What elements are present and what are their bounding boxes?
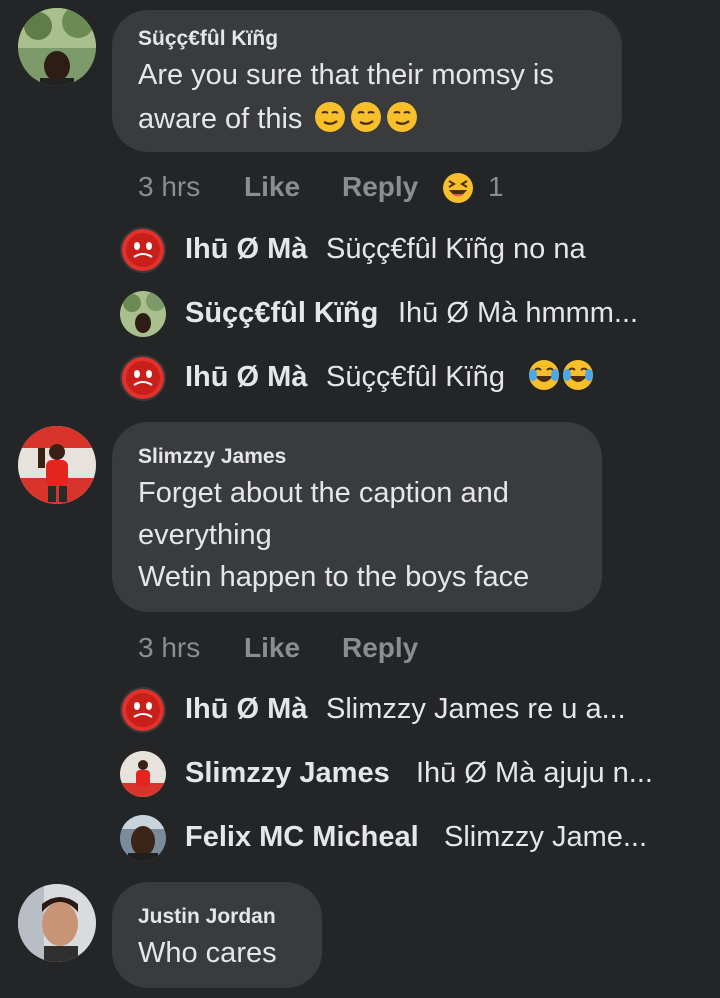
reply-row[interactable]: Felix MC Micheal Slimzzy Jame... (120, 815, 720, 861)
comment-text: aware of this (138, 103, 303, 135)
commenter-small-avatar[interactable] (120, 291, 166, 337)
reaction-count[interactable]: 1 (488, 171, 504, 203)
red-emoji-avatar[interactable] (120, 687, 166, 733)
reply-text: Slimzzy James re u a... (326, 693, 626, 725)
commenter-small-avatar[interactable] (120, 751, 166, 797)
reply-author[interactable]: Ihū Ø Mà (185, 361, 307, 394)
red-emoji-avatar[interactable] (120, 227, 166, 273)
comment-actions: 3 hrs Like Reply (138, 632, 538, 668)
reply-text: Süçç€fûl Kïñg (326, 361, 505, 393)
commenter-avatar[interactable] (18, 8, 96, 86)
reply-button[interactable]: Reply (342, 632, 418, 664)
comment-author[interactable]: Slimzzy James (138, 445, 286, 469)
comment-timestamp[interactable]: 3 hrs (138, 171, 200, 203)
comment-text-line-emoji: aware of this (138, 101, 418, 136)
commenter-small-avatar[interactable] (120, 815, 166, 861)
reply-author[interactable]: Felix MC Micheal (185, 821, 419, 854)
smirk-emoji-icon (386, 101, 418, 133)
smirk-emoji-icon (314, 101, 346, 133)
reply-author[interactable]: Süçç€fûl Kïñg (185, 297, 378, 330)
comment-text-line: everything (138, 519, 272, 551)
comment-author[interactable]: Justin Jordan (138, 905, 276, 929)
reply-row[interactable]: Ihū Ø Mà Süçç€fûl Kïñg (120, 355, 720, 401)
reply-emoji-group (528, 359, 594, 391)
comment-text-line: Forget about the caption and (138, 477, 509, 509)
comment-author[interactable]: Süçç€fûl Kïñg (138, 27, 278, 51)
comment-text-line: Who cares (138, 937, 277, 969)
reply-row[interactable]: Slimzzy James Ihū Ø Mà ajuju n... (120, 751, 720, 797)
reply-text: Süçç€fûl Kïñg no na (326, 233, 586, 265)
tears-of-joy-emoji-icon (562, 359, 594, 391)
tears-of-joy-emoji-icon (528, 359, 560, 391)
reply-row[interactable]: Süçç€fûl Kïñg Ihū Ø Mà hmmm... (120, 291, 720, 337)
smirk-emoji-icon (350, 101, 382, 133)
red-emoji-avatar[interactable] (120, 355, 166, 401)
comment-actions: 3 hrs Like Reply 1 (138, 171, 538, 207)
like-button[interactable]: Like (244, 171, 300, 203)
like-button[interactable]: Like (244, 632, 300, 664)
laughing-reaction-icon[interactable] (442, 172, 474, 204)
comment-bubble (112, 882, 322, 988)
reply-row[interactable]: Ihū Ø Mà Slimzzy James re u a... (120, 687, 720, 733)
reply-row[interactable]: Ihū Ø Mà Süçç€fûl Kïñg no na (120, 227, 720, 273)
comment-text-line: Wetin happen to the boys face (138, 561, 530, 593)
reply-button[interactable]: Reply (342, 171, 418, 203)
comment-timestamp[interactable]: 3 hrs (138, 632, 200, 664)
reply-text: Ihū Ø Mà hmmm... (398, 297, 639, 329)
commenter-avatar[interactable] (18, 884, 96, 962)
reply-author[interactable]: Ihū Ø Mà (185, 233, 307, 266)
reply-author[interactable]: Slimzzy James (185, 757, 390, 790)
commenter-avatar[interactable] (18, 426, 96, 504)
comment-text-line: Are you sure that their momsy is (138, 59, 554, 91)
reply-text: Slimzzy Jame... (444, 821, 648, 853)
reply-author[interactable]: Ihū Ø Mà (185, 693, 307, 726)
reply-text: Ihū Ø Mà ajuju n... (416, 757, 653, 789)
comments-feed: Süçç€fûl Kïñg Are you sure that their mo… (0, 0, 720, 998)
